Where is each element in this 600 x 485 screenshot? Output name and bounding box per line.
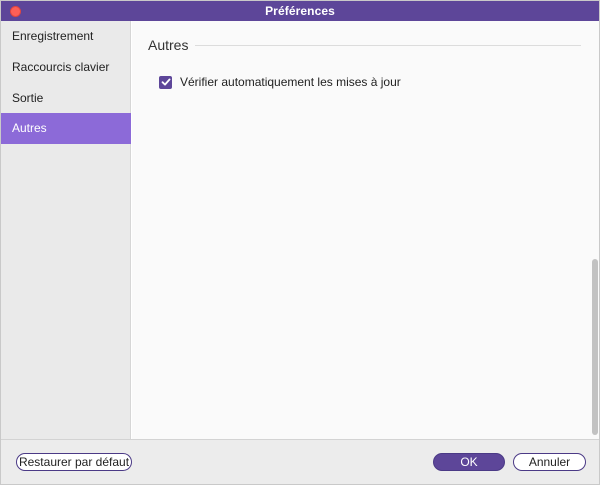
section-divider [195,45,581,46]
ok-button[interactable]: OK [433,453,505,471]
sidebar-item-autres[interactable]: Autres [1,113,131,144]
section-title: Autres [148,37,189,53]
auto-update-option[interactable]: Vérifier automatiquement les mises à jou… [159,75,401,89]
title-bar: Préférences [1,1,599,21]
cancel-button[interactable]: Annuler [513,453,586,471]
window-title: Préférences [265,4,335,18]
sidebar-item-enregistrement[interactable]: Enregistrement [1,21,131,52]
scrollbar-thumb[interactable] [592,259,598,435]
sidebar: Enregistrement Raccourcis clavier Sortie… [1,21,131,439]
restore-defaults-button[interactable]: Restaurer par défaut [16,453,132,471]
settings-panel: Autres Vérifier automatiquement les mise… [132,21,599,439]
dialog-footer: Restaurer par défaut OK Annuler [1,439,599,484]
scrollbar[interactable] [590,21,599,439]
auto-update-checkbox[interactable] [159,75,172,89]
checkmark-icon [161,78,170,86]
preferences-window: Préférences Enregistrement Raccourcis cl… [0,0,600,485]
auto-update-label: Vérifier automatiquement les mises à jou… [180,75,401,89]
sidebar-item-raccourcis-clavier[interactable]: Raccourcis clavier [1,52,131,83]
sidebar-item-sortie[interactable]: Sortie [1,83,131,114]
